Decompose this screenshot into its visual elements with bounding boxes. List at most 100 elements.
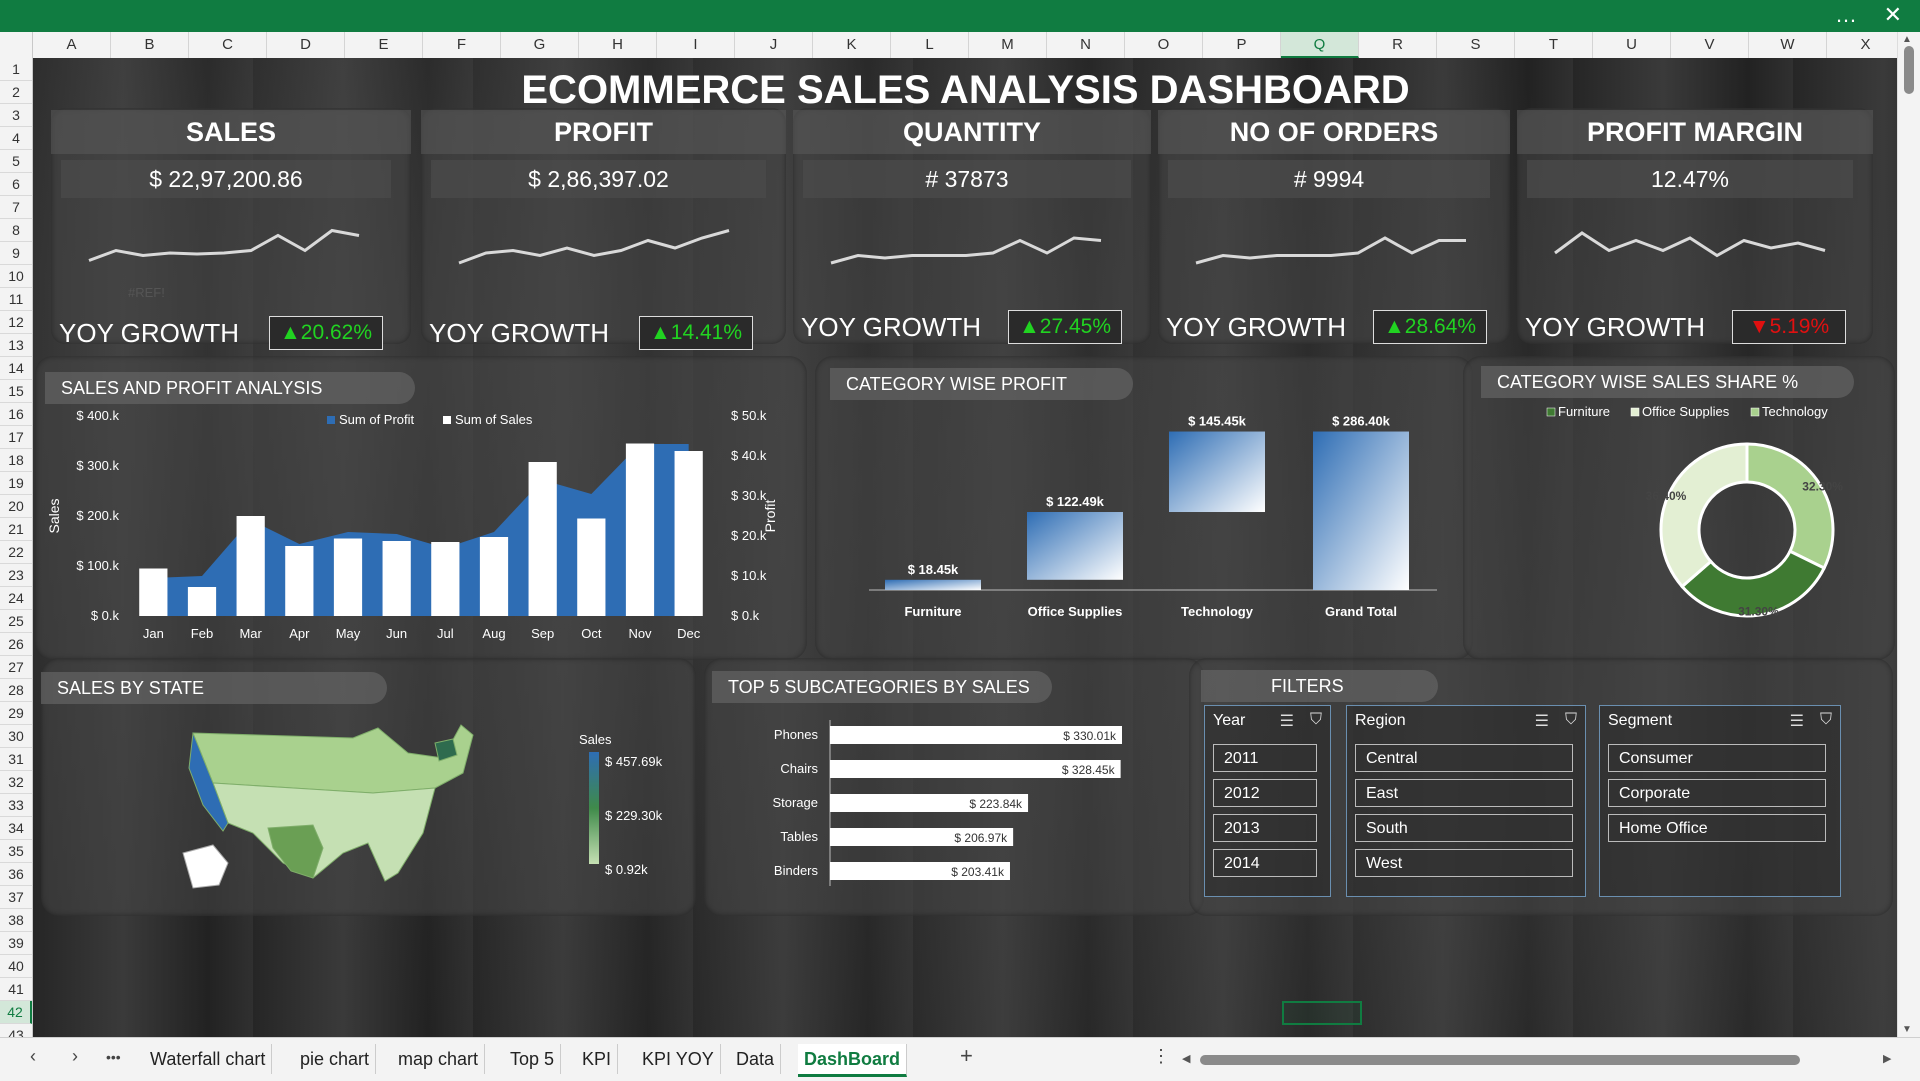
multi-select-icon[interactable]: ☰: [1280, 711, 1294, 731]
column-header-b[interactable]: B: [111, 32, 189, 58]
sheet-tab-kpi[interactable]: KPI: [576, 1044, 619, 1074]
row-header-15[interactable]: 15: [0, 380, 32, 403]
prev-sheet-icon[interactable]: ‹: [30, 1046, 36, 1067]
row-header-43[interactable]: 43: [0, 1024, 32, 1037]
row-header-42[interactable]: 42: [0, 1001, 32, 1024]
region-slicer-item[interactable]: Central: [1355, 744, 1573, 772]
row-header-3[interactable]: 3: [0, 104, 32, 127]
sheet-tab-top-5[interactable]: Top 5: [504, 1044, 562, 1074]
row-header-28[interactable]: 28: [0, 679, 32, 702]
clear-filter-icon[interactable]: ⛉: [1820, 711, 1832, 729]
sheet-tab-waterfall-chart[interactable]: Waterfall chart: [144, 1044, 273, 1074]
horizontal-scrollbar[interactable]: ◀ ▶: [1180, 1052, 1891, 1065]
row-header-22[interactable]: 22: [0, 541, 32, 564]
row-header-19[interactable]: 19: [0, 472, 32, 495]
row-header-10[interactable]: 10: [0, 265, 32, 288]
column-header-o[interactable]: O: [1125, 32, 1203, 58]
column-header-d[interactable]: D: [267, 32, 345, 58]
vertical-scrollbar[interactable]: ▲ ▼: [1897, 32, 1920, 1037]
row-header-4[interactable]: 4: [0, 127, 32, 150]
sheet-tab-map-chart[interactable]: map chart: [392, 1044, 486, 1074]
row-header-21[interactable]: 21: [0, 518, 32, 541]
sheet-tab-kpi-yoy[interactable]: KPI YOY: [636, 1044, 721, 1074]
segment-slicer-item[interactable]: Consumer: [1608, 744, 1826, 772]
column-header-i[interactable]: I: [657, 32, 735, 58]
row-header-34[interactable]: 34: [0, 817, 32, 840]
next-sheet-icon[interactable]: ›: [72, 1046, 78, 1067]
row-header-12[interactable]: 12: [0, 311, 32, 334]
row-header-35[interactable]: 35: [0, 840, 32, 863]
row-header-1[interactable]: 1: [0, 58, 32, 81]
year-slicer-item[interactable]: 2014: [1213, 849, 1317, 877]
column-header-h[interactable]: H: [579, 32, 657, 58]
column-header-f[interactable]: F: [423, 32, 501, 58]
row-header-13[interactable]: 13: [0, 334, 32, 357]
row-header-38[interactable]: 38: [0, 909, 32, 932]
sheet-tab-dashboard[interactable]: DashBoard: [798, 1044, 908, 1077]
sheet-tab-data[interactable]: Data: [730, 1044, 782, 1074]
scroll-right-icon[interactable]: ▶: [1883, 1052, 1891, 1065]
row-header-24[interactable]: 24: [0, 587, 32, 610]
row-header-39[interactable]: 39: [0, 932, 32, 955]
row-header-32[interactable]: 32: [0, 771, 32, 794]
column-header-s[interactable]: S: [1437, 32, 1515, 58]
scroll-up-icon[interactable]: ▲: [1902, 34, 1912, 45]
row-header-33[interactable]: 33: [0, 794, 32, 817]
column-header-u[interactable]: U: [1593, 32, 1671, 58]
segment-slicer-item[interactable]: Corporate: [1608, 779, 1826, 807]
row-header-11[interactable]: 11: [0, 288, 32, 311]
row-header-25[interactable]: 25: [0, 610, 32, 633]
horizontal-scroll-thumb[interactable]: [1200, 1055, 1800, 1065]
column-header-p[interactable]: P: [1203, 32, 1281, 58]
column-header-m[interactable]: M: [969, 32, 1047, 58]
clear-filter-icon[interactable]: ⛉: [1565, 711, 1577, 729]
row-header-41[interactable]: 41: [0, 978, 32, 1001]
column-header-l[interactable]: L: [891, 32, 969, 58]
row-header-18[interactable]: 18: [0, 449, 32, 472]
row-header-6[interactable]: 6: [0, 173, 32, 196]
year-slicer-item[interactable]: 2013: [1213, 814, 1317, 842]
row-header-9[interactable]: 9: [0, 242, 32, 265]
row-header-37[interactable]: 37: [0, 886, 32, 909]
select-all-corner[interactable]: [0, 32, 33, 58]
scroll-down-icon[interactable]: ▼: [1902, 1024, 1912, 1035]
row-header-40[interactable]: 40: [0, 955, 32, 978]
column-header-n[interactable]: N: [1047, 32, 1125, 58]
year-slicer-item[interactable]: 2012: [1213, 779, 1317, 807]
clear-filter-icon[interactable]: ⛉: [1310, 711, 1322, 729]
scroll-left-icon[interactable]: ◀: [1182, 1052, 1190, 1065]
row-header-5[interactable]: 5: [0, 150, 32, 173]
row-header-29[interactable]: 29: [0, 702, 32, 725]
sheet-tab-pie-chart[interactable]: pie chart: [294, 1044, 377, 1074]
more-options-icon[interactable]: …: [1835, 2, 1858, 28]
column-header-j[interactable]: J: [735, 32, 813, 58]
column-header-g[interactable]: G: [501, 32, 579, 58]
row-header-8[interactable]: 8: [0, 219, 32, 242]
column-header-e[interactable]: E: [345, 32, 423, 58]
column-header-a[interactable]: A: [33, 32, 111, 58]
column-header-q[interactable]: Q: [1281, 32, 1359, 58]
row-header-31[interactable]: 31: [0, 748, 32, 771]
sheet-options-icon[interactable]: ⋮: [1152, 1046, 1170, 1067]
row-header-30[interactable]: 30: [0, 725, 32, 748]
row-header-7[interactable]: 7: [0, 196, 32, 219]
row-header-16[interactable]: 16: [0, 403, 32, 426]
selected-cell[interactable]: [1282, 1001, 1362, 1025]
year-slicer-item[interactable]: 2011: [1213, 744, 1317, 772]
multi-select-icon[interactable]: ☰: [1790, 711, 1804, 731]
add-sheet-icon[interactable]: +: [960, 1043, 973, 1069]
more-sheets-icon[interactable]: •••: [106, 1049, 121, 1065]
vertical-scroll-thumb[interactable]: [1904, 46, 1914, 94]
segment-slicer-item[interactable]: Home Office: [1608, 814, 1826, 842]
close-icon[interactable]: ✕: [1884, 2, 1902, 28]
region-slicer-item[interactable]: West: [1355, 849, 1573, 877]
column-header-t[interactable]: T: [1515, 32, 1593, 58]
column-header-k[interactable]: K: [813, 32, 891, 58]
row-header-23[interactable]: 23: [0, 564, 32, 587]
row-header-27[interactable]: 27: [0, 656, 32, 679]
column-header-r[interactable]: R: [1359, 32, 1437, 58]
region-slicer-item[interactable]: South: [1355, 814, 1573, 842]
column-header-c[interactable]: C: [189, 32, 267, 58]
row-header-14[interactable]: 14: [0, 357, 32, 380]
row-header-20[interactable]: 20: [0, 495, 32, 518]
